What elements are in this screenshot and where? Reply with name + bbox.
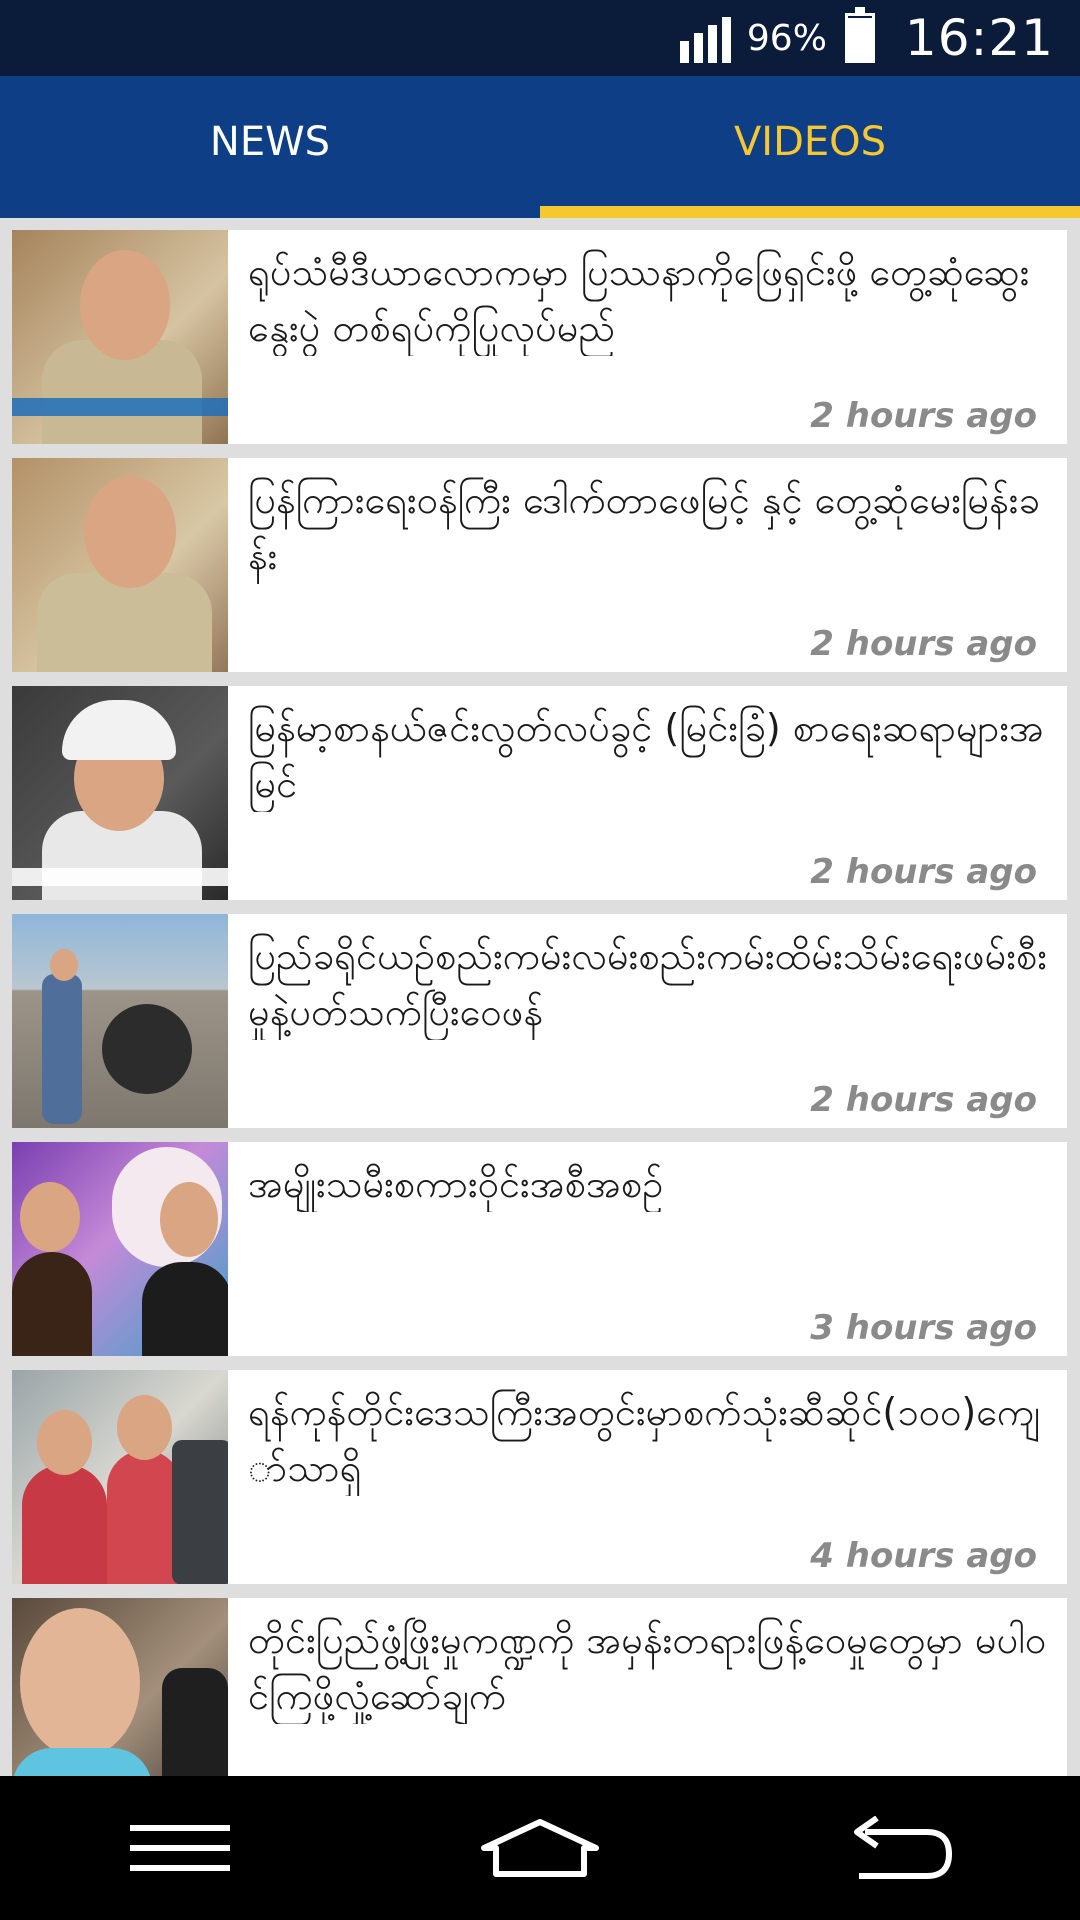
video-title: ရုပ်သံမီဒီယာလောကမှာ ပြဿနာကိုဖြေရှင်းဖို့… [248, 250, 1030, 350]
video-title: ပြန်ကြားရေးဝန်ကြီး ဒေါက်တာဖေမြင့် နှင့် … [248, 478, 1040, 578]
video-timestamp: 2 hours ago [810, 1080, 1037, 1120]
back-icon [854, 1816, 953, 1879]
list-item[interactable]: အမျိုးသမီးစကားဝိုင်းအစီအစဉ် 3 hours ago [12, 1142, 1067, 1356]
video-list[interactable]: ရုပ်သံမီဒီယာလောကမှာ ပြဿနာကိုဖြေရှင်းဖို့… [0, 218, 1080, 1776]
video-timestamp: 4 hours ago [810, 1536, 1037, 1576]
navigation-bar [0, 1776, 1080, 1920]
video-thumbnail [12, 686, 228, 900]
video-title: ပြည်ခရိုင်ယဥ်စည်းကမ်းလမ်းစည်းကမ်းထိမ်းသိ… [248, 934, 1047, 1034]
list-item[interactable]: မြန်မာ့စာနယ်ဇင်းလွတ်လပ်ခွင့် (မြင်းခြံ) … [12, 686, 1067, 900]
video-timestamp: 2 hours ago [810, 624, 1037, 664]
clock: 16:21 [904, 9, 1054, 67]
battery-percent: 96% [746, 17, 827, 59]
video-thumbnail [12, 230, 228, 444]
tab-news[interactable]: NEWS [0, 76, 540, 218]
tab-videos[interactable]: VIDEOS [540, 76, 1080, 218]
video-thumbnail [12, 1598, 228, 1776]
video-thumbnail [12, 914, 228, 1128]
video-timestamp: 3 hours ago [810, 1308, 1037, 1348]
video-title: မြန်မာ့စာနယ်ဇင်းလွတ်လပ်ခွင့် (မြင်းခြံ) … [248, 706, 1044, 806]
signal-icon [679, 13, 731, 63]
video-thumbnail [12, 1142, 228, 1356]
battery-icon [844, 7, 875, 63]
home-icon [481, 1819, 599, 1877]
video-title: အမျိုးသမီးစကားဝိုင်းအစီအစဉ် [248, 1162, 664, 1206]
video-thumbnail [12, 458, 228, 672]
back-button[interactable] [830, 1798, 970, 1898]
home-button[interactable] [470, 1798, 610, 1898]
menu-button[interactable] [110, 1798, 250, 1898]
list-item[interactable]: တိုင်းပြည်ဖွံ့ဖြိုးမှုကဏ္ဍကို အမှန်းတရား… [12, 1598, 1067, 1776]
list-item[interactable]: ရန်ကုန်တိုင်းဒေသကြီးအတွင်းမှာစက်သုံးဆီဆိ… [12, 1370, 1067, 1584]
list-item[interactable]: ပြည်ခရိုင်ယဥ်စည်းကမ်းလမ်းစည်းကမ်းထိမ်းသိ… [12, 914, 1067, 1128]
list-item[interactable]: ရုပ်သံမီဒီယာလောကမှာ ပြဿနာကိုဖြေရှင်းဖို့… [12, 230, 1067, 444]
video-timestamp: 2 hours ago [810, 852, 1037, 892]
video-title: တိုင်းပြည်ဖွံ့ဖြိုးမှုကဏ္ဍကို အမှန်းတရား… [248, 1618, 1047, 1718]
video-title: ရန်ကုန်တိုင်းဒေသကြီးအတွင်းမှာစက်သုံးဆီဆိ… [248, 1390, 1041, 1490]
list-item[interactable]: ပြန်ကြားရေးဝန်ကြီး ဒေါက်တာဖေမြင့် နှင့် … [12, 458, 1067, 672]
status-bar: 96% 16:21 [0, 0, 1080, 76]
video-timestamp: 2 hours ago [810, 396, 1037, 436]
video-thumbnail [12, 1370, 228, 1584]
menu-icon [130, 1825, 230, 1871]
tab-bar: NEWS VIDEOS [0, 76, 1080, 218]
